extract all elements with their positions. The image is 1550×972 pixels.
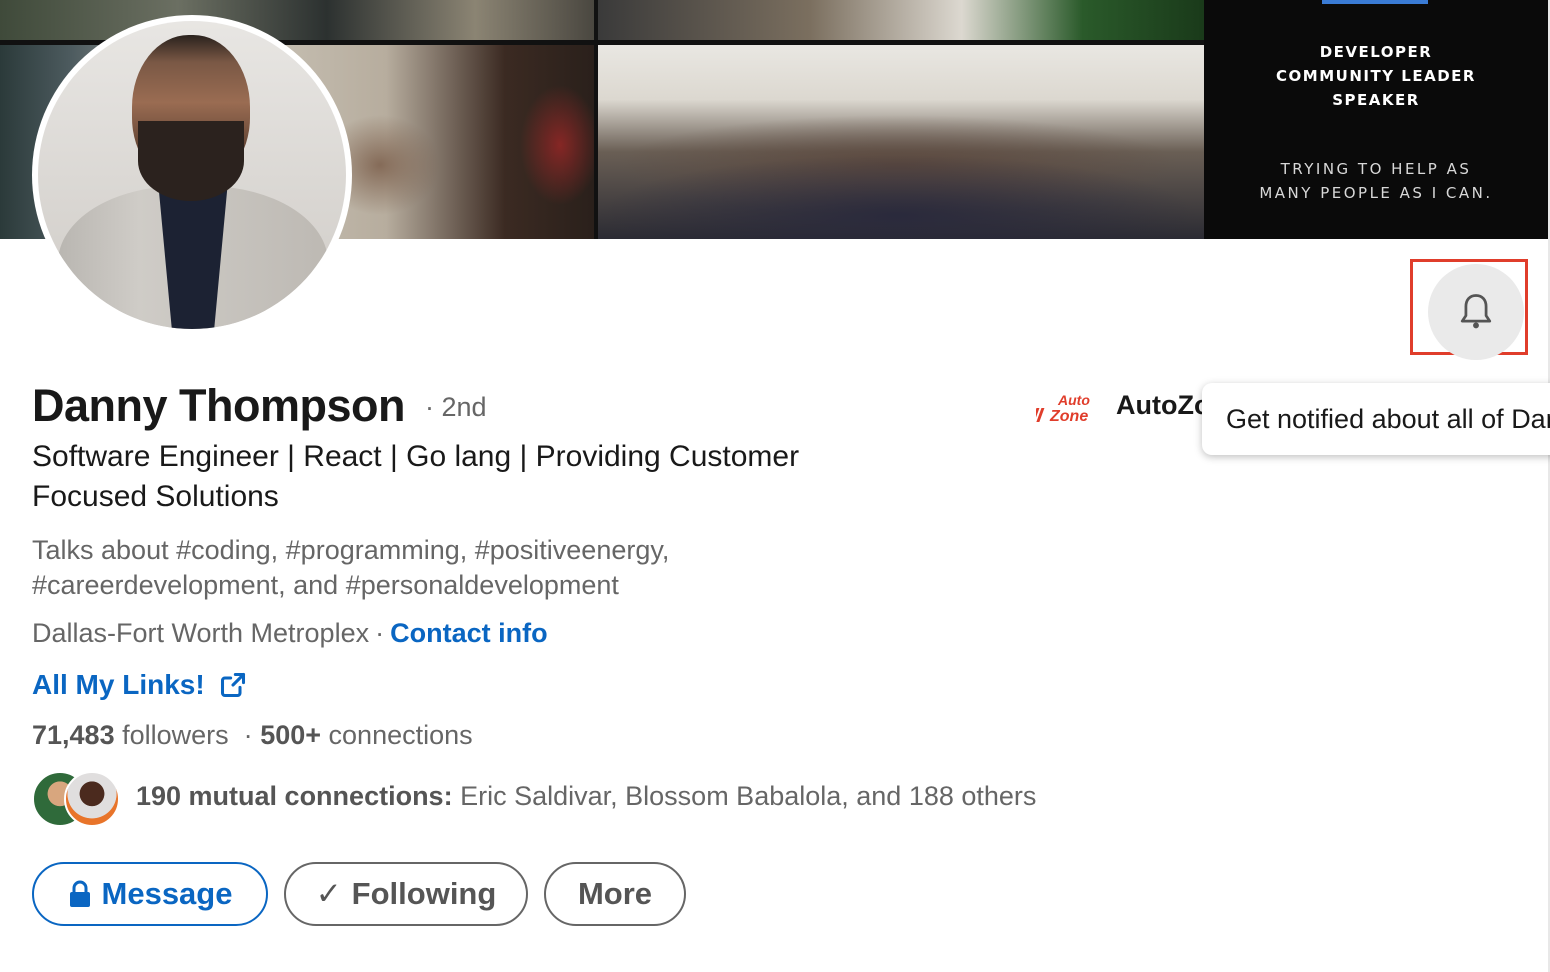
following-label: Following <box>351 876 497 911</box>
check-icon: ✓ <box>315 876 342 911</box>
mutual-count: 190 mutual connections: <box>136 781 453 811</box>
message-button[interactable]: Message <box>32 862 268 926</box>
banner-photo <box>0 0 594 40</box>
profile-name: Danny Thompson <box>32 380 406 431</box>
connections-label: connections <box>328 720 473 750</box>
banner-accent-bar <box>1322 0 1428 4</box>
location-row: Dallas-Fort Worth Metroplex · Contact info <box>32 618 548 649</box>
more-button[interactable]: More <box>544 862 686 926</box>
tooltip-text: Get notified about all of Danny's posts <box>1226 404 1550 434</box>
banner-photo <box>598 0 1204 40</box>
connections-link[interactable]: 500+ connections <box>260 720 472 750</box>
autozone-logo-icon: Auto Zone <box>1026 392 1090 425</box>
talks-about: Talks about #coding, #programming, #posi… <box>32 535 670 600</box>
logo-text: Zone <box>1049 408 1088 425</box>
notify-bell-button[interactable] <box>1428 264 1524 360</box>
location-text: Dallas-Fort Worth Metroplex <box>32 618 370 648</box>
avatar-photo <box>38 21 346 329</box>
mutual-avatar <box>64 771 120 827</box>
separator-dot: · <box>243 720 253 750</box>
connection-degree: · 2nd <box>425 392 487 422</box>
banner-divider <box>594 0 598 239</box>
mutual-connections-link[interactable]: 190 mutual connections: Eric Saldivar, B… <box>136 781 1036 812</box>
lock-icon <box>69 880 90 907</box>
external-link-icon <box>220 672 245 698</box>
followers-label: followers <box>122 720 229 750</box>
separator-dot: · <box>375 618 385 648</box>
website-link[interactable]: All My Links! <box>32 669 247 701</box>
message-label: Message <box>101 876 233 911</box>
network-stats: 71,483 followers · 500+ connections <box>32 720 473 751</box>
banner-line: DEVELOPER <box>1319 43 1433 61</box>
mutual-names: Eric Saldivar, Blossom Babalola, and 188… <box>460 781 1037 811</box>
banner-line: SPEAKER <box>1332 91 1420 109</box>
connections-count: 500+ <box>260 720 322 750</box>
website-link-label: All My Links! <box>32 669 205 700</box>
banner-photo <box>598 45 1204 239</box>
followers-count: 71,483 <box>32 720 115 750</box>
banner-tagline: DEVELOPER COMMUNITY LEADER SPEAKER TRYIN… <box>1204 0 1548 239</box>
banner-subline: MANY PEOPLE AS I CAN. <box>1259 184 1493 202</box>
banner-subline: TRYING TO HELP AS <box>1280 160 1472 178</box>
avatar-beard <box>138 121 244 201</box>
notify-tooltip: Get notified about all of Danny's posts <box>1202 383 1550 455</box>
profile-avatar[interactable] <box>32 15 352 335</box>
current-company-name[interactable]: AutoZone <box>1116 390 1206 421</box>
profile-card: DEVELOPER COMMUNITY LEADER SPEAKER TRYIN… <box>0 0 1550 972</box>
company-logo[interactable]: Auto Zone <box>1026 390 1102 426</box>
banner-line: COMMUNITY LEADER <box>1276 67 1476 85</box>
contact-info-link[interactable]: Contact info <box>390 618 547 648</box>
bell-icon <box>1460 294 1492 329</box>
more-label: More <box>577 876 653 911</box>
profile-headline: Software Engineer | React | Go lang | Pr… <box>32 440 800 513</box>
logo-text: Auto <box>1057 392 1090 408</box>
following-button[interactable]: ✓ Following <box>284 862 528 926</box>
